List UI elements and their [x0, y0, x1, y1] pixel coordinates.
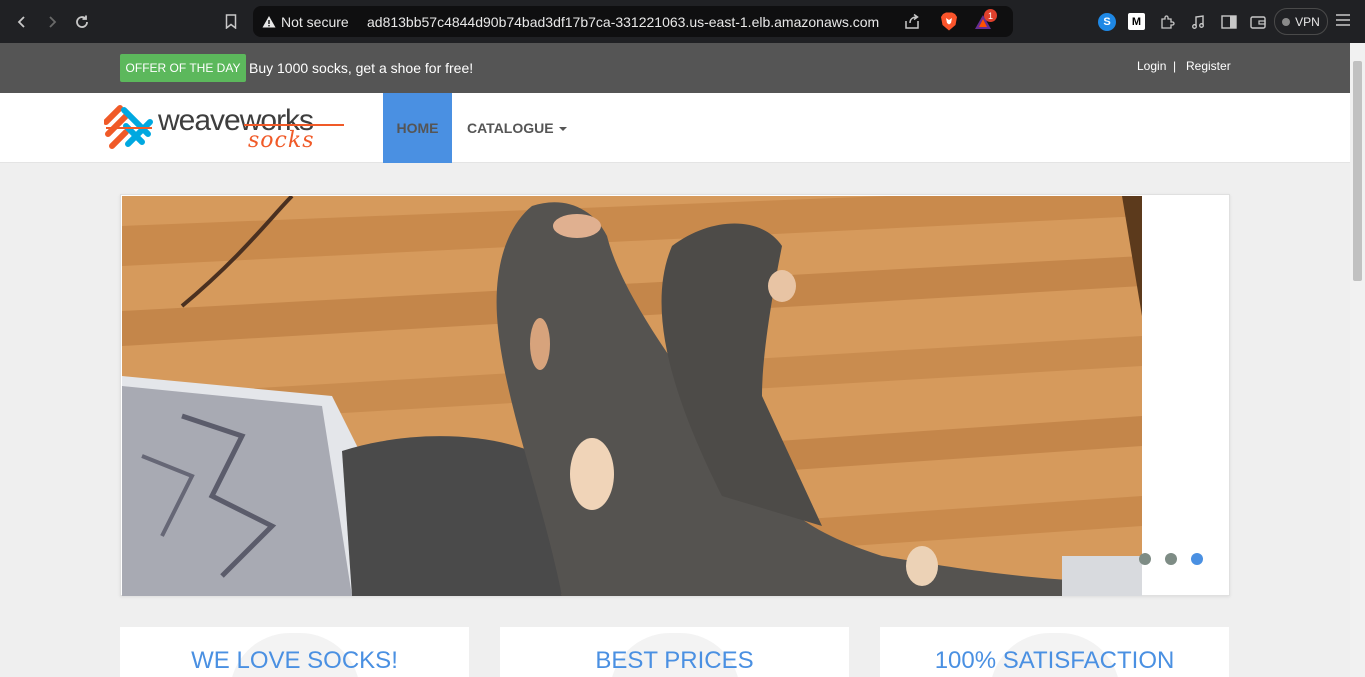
nav-home[interactable]: HOME	[383, 93, 452, 163]
carousel-dot[interactable]	[1165, 553, 1177, 565]
nav-catalogue[interactable]: CATALOGUE	[467, 120, 567, 136]
vpn-status-icon	[1282, 17, 1291, 26]
forward-icon[interactable]	[37, 7, 67, 37]
sidebar-icon[interactable]	[1219, 12, 1239, 32]
bookmark-icon[interactable]	[219, 7, 243, 35]
wallet-icon[interactable]	[1248, 12, 1268, 32]
caret-down-icon	[558, 127, 567, 132]
offer-bar: OFFER OF THE DAY Buy 1000 socks, get a s…	[0, 43, 1350, 93]
hero-carousel	[120, 194, 1230, 596]
carousel-dot[interactable]	[1139, 553, 1151, 565]
music-icon[interactable]	[1188, 12, 1208, 32]
scrollbar-thumb[interactable]	[1353, 61, 1362, 281]
main-navbar: weaveworks socks HOME CATALOGUE	[0, 93, 1350, 163]
link-separator: |	[1173, 59, 1177, 73]
feature-box-satisfaction: 100% SATISFACTION	[880, 627, 1229, 677]
logo-socks-text: socks	[248, 128, 315, 153]
feature-title: WE LOVE SOCKS!	[191, 647, 398, 674]
menu-icon[interactable]	[1336, 13, 1350, 31]
shazam-icon[interactable]: S	[1098, 13, 1116, 31]
security-label[interactable]: Not secure	[281, 14, 349, 30]
medium-icon[interactable]: M	[1128, 13, 1145, 30]
back-icon[interactable]	[7, 7, 37, 37]
reload-icon[interactable]	[67, 7, 97, 37]
vpn-label: VPN	[1295, 14, 1320, 29]
feature-title: BEST PRICES	[595, 647, 754, 674]
feature-title: 100% SATISFACTION	[934, 647, 1175, 674]
nav-catalogue-label: CATALOGUE	[467, 120, 554, 136]
carousel-dot-active[interactable]	[1191, 553, 1203, 565]
share-icon[interactable]	[903, 13, 921, 31]
page-scrollbar[interactable]	[1350, 43, 1365, 677]
notification-badge: 1	[984, 9, 997, 22]
warning-icon	[262, 15, 276, 27]
logo-weave-text: weave	[158, 104, 241, 137]
login-link[interactable]: Login	[1137, 59, 1166, 73]
feature-box-socks: WE LOVE SOCKS!	[120, 627, 469, 677]
weaveworks-logo-icon	[104, 105, 153, 149]
hero-slide-image	[122, 196, 1142, 596]
offer-badge[interactable]: OFFER OF THE DAY	[120, 54, 246, 82]
brave-shield-icon[interactable]	[940, 12, 958, 31]
register-link[interactable]: Register	[1186, 59, 1231, 73]
puzzle-icon[interactable]	[1157, 12, 1177, 32]
carousel-indicators	[1139, 553, 1217, 565]
browser-toolbar: Not secure ad813bb57c4844d90b74bad3df17b…	[0, 0, 1365, 43]
url-text[interactable]: ad813bb57c4844d90b74bad3df17b7ca-3312210…	[367, 14, 879, 30]
brand-logo[interactable]: weaveworks socks	[104, 102, 346, 154]
feature-box-prices: BEST PRICES	[500, 627, 849, 677]
address-bar[interactable]: Not secure ad813bb57c4844d90b74bad3df17b…	[253, 6, 1013, 37]
vpn-button[interactable]: VPN	[1274, 8, 1328, 35]
offer-text: Buy 1000 socks, get a shoe for free!	[249, 60, 474, 76]
